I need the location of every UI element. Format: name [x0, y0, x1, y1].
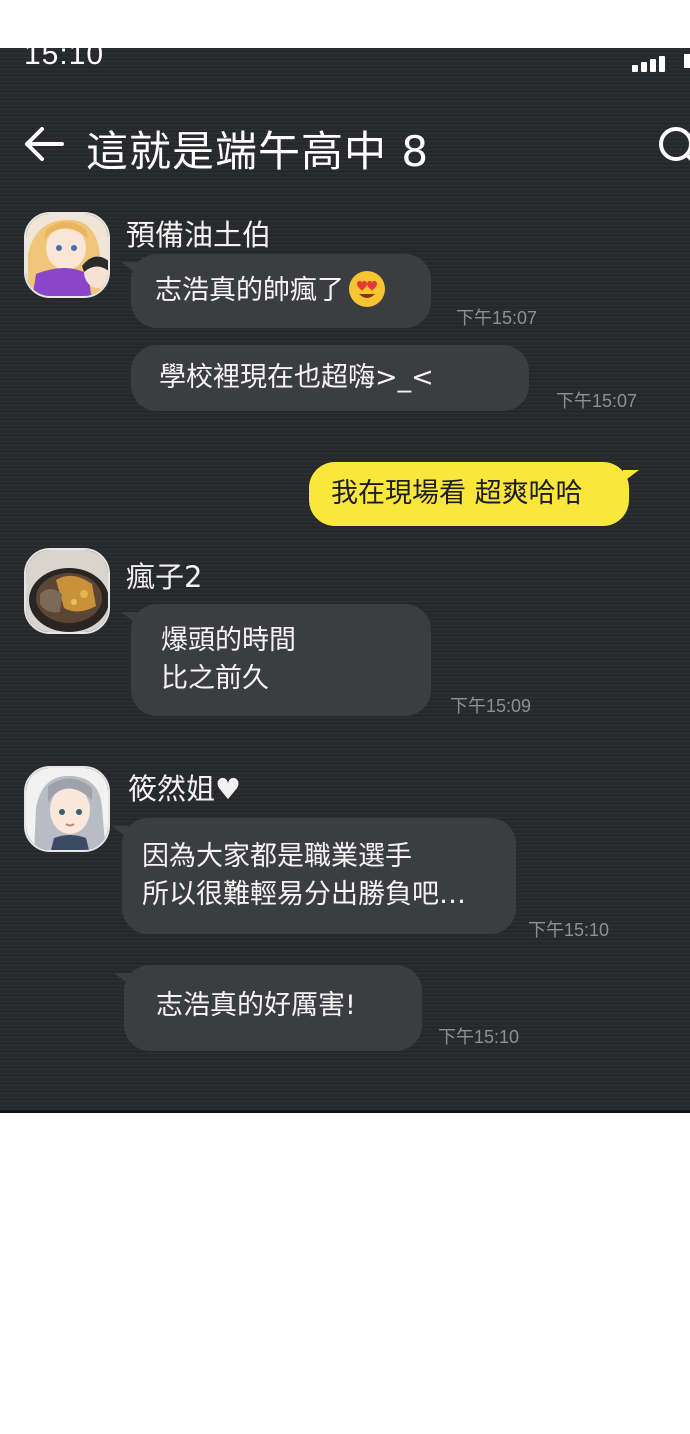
message-text-line: 比之前久 — [161, 663, 269, 694]
sender-name: 筱然姐♥ — [128, 772, 241, 806]
message-timestamp: 下午15:09 — [450, 696, 532, 716]
status-bar: 15:10 — [0, 48, 690, 78]
message-text-line: 爆頭的時間 — [161, 625, 296, 656]
message-timestamp: 下午15:07 — [556, 391, 638, 411]
message-bubble[interactable]: 因為大家都是職業選手 所以很難輕易分出勝負吧… — [112, 818, 516, 934]
message-text: 志浩真的好厲害! — [156, 990, 356, 1021]
avatar[interactable] — [24, 548, 110, 634]
avatar-image — [26, 768, 108, 850]
battery-icon — [684, 54, 690, 68]
avatar[interactable] — [24, 766, 110, 852]
avatar-image — [26, 214, 108, 296]
message-text: 我在現場看 超爽哈哈 — [331, 478, 583, 509]
message-timestamp: 下午15:07 — [456, 308, 538, 328]
my-message-bubble[interactable]: 我在現場看 超爽哈哈 — [309, 462, 639, 526]
status-time: 15:10 — [24, 48, 105, 71]
search-icon[interactable] — [656, 124, 690, 168]
message-bubble[interactable]: 志浩真的好厲害! — [114, 965, 422, 1051]
message-timestamp: 下午15:10 — [528, 920, 610, 940]
message-bubble[interactable]: 志浩真的帥瘋了 — [121, 254, 431, 328]
message-text-line: 所以很難輕易分出勝負吧… — [142, 879, 466, 910]
back-arrow-icon[interactable] — [22, 126, 66, 162]
chat-header: 這就是端午高中 8 — [0, 110, 690, 180]
message-text: 志浩真的帥瘋了 — [155, 275, 344, 306]
message-bubble[interactable]: 學校裡現在也超嗨>_< — [131, 345, 529, 411]
message-bubble[interactable]: 爆頭的時間 比之前久 — [121, 604, 431, 716]
message-text-line: 因為大家都是職業選手 — [142, 841, 412, 872]
sender-name: 瘋子2 — [126, 560, 203, 594]
avatar[interactable] — [24, 212, 110, 298]
message-text: 學校裡現在也超嗨>_< — [159, 362, 434, 393]
avatar-image — [26, 550, 108, 632]
heart-eyes-emoji-icon — [349, 271, 385, 307]
message-timestamp: 下午15:10 — [438, 1027, 520, 1047]
sender-name: 預備油土伯 — [126, 218, 272, 252]
chat-title: 這就是端午高中 8 — [86, 127, 430, 176]
signal-icon — [632, 54, 672, 72]
chat-screen: 15:10 這就是端午高中 8 預備油土伯 志浩真的帥瘋了 下午15:07 學校… — [0, 48, 690, 1113]
